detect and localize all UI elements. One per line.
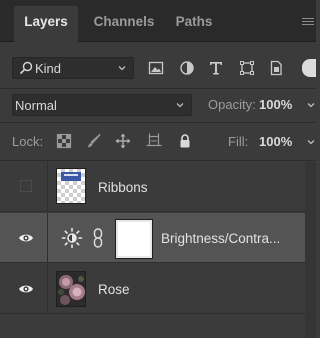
- visibility-off-indicator: [20, 180, 32, 192]
- brightness-contrast-icon: [61, 227, 83, 249]
- opacity-label: Opacity:: [208, 97, 256, 112]
- filter-kind-dropdown[interactable]: Kind: [12, 57, 134, 79]
- visibility-toggle[interactable]: [0, 162, 48, 212]
- panel-tab-bar: Layers Channels Paths: [0, 0, 316, 42]
- fill-field[interactable]: 100%: [259, 134, 292, 149]
- link-icon[interactable]: [92, 227, 104, 249]
- chevron-down-icon[interactable]: [306, 137, 316, 147]
- layer-mask-thumbnail[interactable]: [115, 219, 153, 259]
- layers-panel: Layers Channels Paths Kind Normal Opacit…: [0, 0, 316, 338]
- layer-row-rose[interactable]: Rose: [0, 264, 305, 314]
- lock-image-pixels-icon[interactable]: [86, 133, 102, 149]
- lock-artboard-icon[interactable]: [146, 133, 162, 149]
- lock-transparent-pixels-icon[interactable]: [56, 133, 72, 149]
- smart-object-filter-icon[interactable]: [267, 59, 285, 77]
- layer-name: Rose: [98, 282, 130, 297]
- tab-layers[interactable]: Layers: [14, 6, 78, 42]
- visibility-toggle[interactable]: [0, 213, 48, 263]
- visibility-toggle[interactable]: [0, 264, 48, 314]
- blend-mode-value: Normal: [15, 98, 57, 113]
- type-layer-filter-icon[interactable]: [207, 59, 225, 77]
- layer-row-ribbons[interactable]: Ribbons: [0, 162, 305, 212]
- tab-channels[interactable]: Channels: [88, 6, 160, 42]
- divider: [0, 122, 316, 123]
- tab-paths[interactable]: Paths: [170, 6, 218, 42]
- layer-name: Brightness/Contra...: [161, 231, 281, 246]
- scrollbar[interactable]: [305, 162, 316, 338]
- eye-icon: [19, 234, 33, 242]
- pixel-layer-filter-icon[interactable]: [147, 59, 165, 77]
- layer-row-brightness-contrast[interactable]: Brightness/Contra...: [0, 213, 305, 263]
- shape-layer-filter-icon[interactable]: [238, 59, 256, 77]
- chevron-down-icon[interactable]: [306, 100, 316, 110]
- chevron-down-icon: [176, 103, 184, 108]
- blend-mode-dropdown[interactable]: Normal: [12, 94, 192, 116]
- layers-list: Ribbons Brightness/Contra... Rose: [0, 162, 316, 338]
- eye-icon: [19, 285, 33, 293]
- blend-row: Normal Opacity: 100%: [0, 91, 316, 119]
- divider: [0, 88, 316, 89]
- adjustment-layer-filter-icon[interactable]: [178, 59, 196, 77]
- lock-label: Lock:: [12, 134, 44, 149]
- fill-label: Fill:: [228, 134, 249, 149]
- filter-kind-label: Kind: [35, 61, 62, 76]
- opacity-field[interactable]: 100%: [259, 97, 292, 112]
- layer-name: Ribbons: [98, 180, 148, 195]
- chevron-down-icon: [118, 66, 126, 71]
- filter-toggle-switch[interactable]: [302, 59, 316, 77]
- search-icon: [19, 61, 33, 75]
- divider: [0, 160, 316, 161]
- lock-all-icon[interactable]: [177, 133, 193, 149]
- rose-photo: [57, 272, 85, 306]
- layer-thumbnail: [56, 168, 86, 204]
- lock-row: Lock: Fill: 100%: [0, 127, 316, 155]
- layer-thumbnail: [56, 271, 86, 307]
- layer-filter-row: Kind: [0, 53, 316, 87]
- ribbon-graphic-highlight: [64, 174, 78, 176]
- panel-menu-icon[interactable]: [302, 18, 314, 28]
- lock-position-icon[interactable]: [115, 133, 131, 149]
